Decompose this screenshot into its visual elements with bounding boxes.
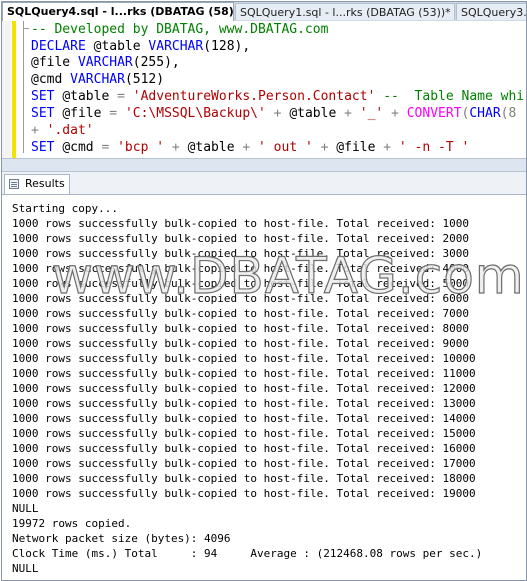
- outline-margin: [19, 21, 29, 158]
- output-line: Starting copy...: [12, 202, 118, 215]
- code-token: @cmd: [31, 72, 71, 87]
- code-token: +: [242, 140, 259, 155]
- code-token: 'AdventureWorks.Person.Contact': [132, 89, 376, 104]
- code-token: 'C:\MSSQL\Backup\': [124, 106, 266, 121]
- results-tab-label: Results: [25, 177, 65, 190]
- code-token: @table: [289, 106, 345, 121]
- output-line: 1000 rows successfully bulk-copied to ho…: [12, 247, 469, 260]
- tab-sqlquery1[interactable]: SQLQuery1.sql - l...rks (DBATAG (53))*: [235, 3, 455, 20]
- code-line: @cmd VARCHAR(512): [31, 72, 164, 88]
- code-token: ' out ': [258, 140, 313, 155]
- code-token: +: [383, 106, 407, 121]
- code-token: VARCHAR: [148, 39, 204, 54]
- change-tracking-bar: [12, 21, 16, 158]
- output-line: 1000 rows successfully bulk-copied to ho…: [12, 412, 476, 425]
- results-grid-icon: [9, 179, 19, 189]
- tab-sqlquery3[interactable]: SQLQuery3.s: [456, 3, 526, 20]
- output-line: 1000 rows successfully bulk-copied to ho…: [12, 427, 476, 440]
- output-line: 1000 rows successfully bulk-copied to ho…: [12, 457, 476, 470]
- code-token: (128),: [203, 39, 251, 54]
- output-line: 1000 rows successfully bulk-copied to ho…: [12, 217, 469, 230]
- code-token: @table: [187, 140, 243, 155]
- output-line: 19972 rows copied.: [12, 517, 132, 530]
- code-token: CHAR: [469, 106, 501, 121]
- code-token: SET: [31, 106, 63, 121]
- code-token: (255),: [132, 55, 180, 70]
- output-line: 1000 rows successfully bulk-copied to ho…: [12, 262, 469, 275]
- code-line: @file VARCHAR(255),: [31, 55, 180, 71]
- code-line: DECLARE @table VARCHAR(128),: [31, 39, 250, 55]
- code-token: =: [117, 89, 133, 104]
- code-token: CONVERT: [406, 106, 462, 121]
- output-line: 1000 rows successfully bulk-copied to ho…: [12, 322, 469, 335]
- code-token: @table: [93, 39, 149, 54]
- output-line: Network packet size (bytes): 4096: [12, 532, 231, 545]
- code-token: +: [344, 106, 360, 121]
- sql-code-editor[interactable]: -- Developed by DBATAG, www.DBATAG.com DE…: [2, 21, 526, 158]
- output-line: 1000 rows successfully bulk-copied to ho…: [12, 307, 469, 320]
- output-line: 1000 rows successfully bulk-copied to ho…: [12, 487, 476, 500]
- output-line: 1000 rows successfully bulk-copied to ho…: [12, 292, 469, 305]
- code-token: +: [383, 140, 399, 155]
- code-token: (8: [500, 106, 517, 121]
- code-token: -- Developed by DBATAG, www.DBATAG.com: [31, 22, 329, 37]
- output-line: NULL: [12, 562, 39, 575]
- code-line: SET @file = 'C:\MSSQL\Backup\' + @table …: [31, 106, 516, 122]
- output-line: 1000 rows successfully bulk-copied to ho…: [12, 367, 476, 380]
- results-tab-bar: Results: [2, 172, 526, 195]
- code-token: ' -n -T ': [398, 140, 470, 155]
- code-token: +: [31, 123, 47, 138]
- code-token: SET: [31, 89, 63, 104]
- pane-splitter[interactable]: [2, 158, 526, 172]
- code-token: =: [101, 140, 118, 155]
- code-token: DECLARE: [31, 39, 94, 54]
- code-token: @file: [336, 140, 384, 155]
- editor-gutter: [2, 21, 11, 158]
- code-token: '.dat': [46, 123, 94, 138]
- code-line: + '.dat': [31, 123, 94, 139]
- output-line: 1000 rows successfully bulk-copied to ho…: [12, 277, 469, 290]
- tab-sqlquery4[interactable]: SQLQuery4.sql - l...rks (DBATAG (58))*: [2, 2, 234, 21]
- code-token: SET: [31, 140, 63, 155]
- document-tab-strip: SQLQuery4.sql - l...rks (DBATAG (58))* S…: [2, 2, 526, 22]
- output-line: 1000 rows successfully bulk-copied to ho…: [12, 337, 469, 350]
- code-token: =: [109, 106, 125, 121]
- outline-end-marker: [23, 28, 29, 29]
- outline-line: [23, 21, 24, 153]
- tab-results[interactable]: Results: [4, 174, 70, 194]
- code-token: -- Table Name whi: [375, 89, 525, 104]
- output-line: 1000 rows successfully bulk-copied to ho…: [12, 232, 469, 245]
- output-line: 1000 rows successfully bulk-copied to ho…: [12, 442, 476, 455]
- code-token: +: [312, 140, 337, 155]
- output-line: 1000 rows successfully bulk-copied to ho…: [12, 352, 476, 365]
- code-line: -- Developed by DBATAG, www.DBATAG.com: [31, 22, 328, 38]
- code-token: @table: [62, 89, 118, 104]
- code-token: +: [265, 106, 290, 121]
- code-line: SET @cmd = 'bcp ' + @table + ' out ' + @…: [31, 140, 469, 156]
- code-token: VARCHAR: [77, 55, 133, 70]
- results-output-pane[interactable]: Starting copy... 1000 rows successfully b…: [2, 195, 526, 580]
- code-token: @file: [62, 106, 110, 121]
- code-token: @file: [31, 55, 78, 70]
- output-line: 1000 rows successfully bulk-copied to ho…: [12, 382, 476, 395]
- code-token: VARCHAR: [70, 72, 125, 87]
- code-token: +: [164, 140, 188, 155]
- code-token: 'bcp ': [117, 140, 165, 155]
- code-token: @cmd: [62, 140, 102, 155]
- code-token: '_': [359, 106, 384, 121]
- output-line: NULL: [12, 502, 39, 515]
- output-line: 1000 rows successfully bulk-copied to ho…: [12, 397, 476, 410]
- code-token: (512): [124, 72, 165, 87]
- output-line: Clock Time (ms.) Total : 94 Average : (2…: [12, 547, 483, 560]
- code-line: SET @table = 'AdventureWorks.Person.Cont…: [31, 89, 524, 105]
- query-editor-window: SQLQuery4.sql - l...rks (DBATAG (58))* S…: [1, 1, 527, 581]
- output-line: 1000 rows successfully bulk-copied to ho…: [12, 472, 476, 485]
